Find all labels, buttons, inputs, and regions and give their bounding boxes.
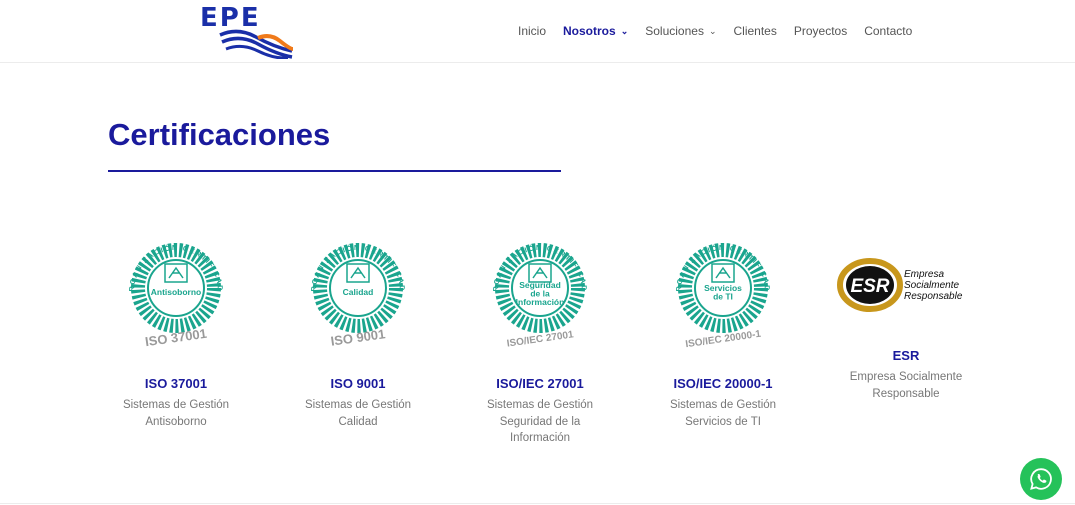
- site-header: EPE Inicio Nosotros ⌄ Soluciones ⌄ Clientes Pr…: [0, 0, 1075, 63]
- nav-label: Soluciones: [645, 24, 704, 38]
- cert-card-esr: ESR Empresa Socialmente Responsable ESR …: [831, 228, 981, 402]
- certification-badge-icon: ORGANIZACIÓN CERTIFICADAServiciosde TIIS…: [664, 228, 771, 350]
- cert-description-line: Información: [509, 432, 571, 444]
- cert-description-line: Calidad: [338, 415, 378, 428]
- nav-contacto[interactable]: Contacto: [864, 24, 912, 38]
- cert-description-line: Sistemas de Gestión: [304, 399, 412, 411]
- certification-badge-icon: ORGANIZACIÓN CERTIFICADASeguridadde laIn…: [481, 228, 588, 350]
- footer-divider: [0, 503, 1075, 504]
- cert-description: Sistemas de Gestión Antisoborno: [101, 397, 251, 430]
- esr-logo-line: Empresa: [904, 269, 944, 280]
- page-title: Certificaciones: [108, 117, 331, 152]
- nav-label: Proyectos: [793, 24, 848, 38]
- cert-description-line: Empresa Socialmente: [849, 371, 963, 383]
- badge-center-label: Antisoborno: [151, 287, 202, 297]
- cert-card: ORGANIZACIÓN CERTIFICADASeguridadde laIn…: [465, 228, 615, 447]
- badge-standard-code: ISO 37001: [144, 326, 208, 350]
- cert-description-line: Servicios de TI: [685, 415, 761, 428]
- chevron-down-icon: ⌄: [708, 25, 717, 36]
- cert-name: ISO/IEC 27001: [496, 376, 584, 391]
- certification-badge-icon: ORGANIZACIÓN CERTIFICADACalidadISO 9001: [299, 228, 406, 349]
- nav-proyectos[interactable]: Proyectos: [794, 24, 847, 38]
- cert-description-line: Sistemas de Gestión: [122, 399, 230, 411]
- nav-inicio[interactable]: Inicio: [518, 24, 546, 38]
- cert-card: ORGANIZACIÓN CERTIFICADAServiciosde TIIS…: [648, 228, 798, 430]
- cert-description-line: Seguridad de la: [499, 415, 581, 428]
- badge-standard-code: ISO 9001: [330, 326, 386, 348]
- nav-label: Nosotros: [563, 24, 616, 38]
- nav-label: Inicio: [518, 24, 547, 38]
- cert-description: Sistemas de Gestión Calidad: [283, 397, 433, 430]
- certification-badge-icon: ORGANIZACIÓN CERTIFICADAAntisobornoISO 3…: [117, 228, 224, 350]
- main-nav: Inicio Nosotros ⌄ Soluciones ⌄ Clientes Proyec…: [518, 24, 929, 38]
- whatsapp-button[interactable]: [1020, 458, 1062, 500]
- cert-description: Sistemas de Gestión Seguridad de la Inform…: [465, 397, 615, 447]
- logo-waves-icon: [219, 29, 294, 59]
- whatsapp-icon: [1030, 468, 1052, 490]
- chevron-down-icon: ⌄: [620, 25, 629, 36]
- badge-center-label: de TI: [713, 292, 733, 302]
- nav-label: Contacto: [864, 24, 913, 38]
- cert-description: Empresa Socialmente Responsable: [831, 369, 981, 402]
- cert-description-line: Sistemas de Gestión: [669, 399, 777, 411]
- esr-logo-line: Socialmente: [904, 280, 959, 291]
- nav-soluciones[interactable]: Soluciones ⌄: [645, 24, 716, 38]
- cert-description: Sistemas de Gestión Servicios de TI: [648, 397, 798, 430]
- cert-description-line: Responsable: [872, 387, 940, 400]
- esr-logo-line: Responsable: [904, 291, 963, 302]
- esr-logo-icon: ESR Empresa Socialmente Responsable: [837, 258, 963, 312]
- cert-description-line: Antisoborno: [145, 415, 207, 428]
- cert-description-line: Sistemas de Gestión: [486, 399, 594, 411]
- cert-name: ISO 9001: [330, 376, 386, 391]
- nav-nosotros[interactable]: Nosotros ⌄: [563, 24, 628, 38]
- nav-label: Clientes: [733, 24, 777, 38]
- nav-clientes[interactable]: Clientes: [734, 24, 777, 38]
- cert-name: ISO/IEC 20000-1: [673, 376, 773, 391]
- cert-name: ISO 37001: [144, 376, 208, 391]
- cert-card: ORGANIZACIÓN CERTIFICADACalidadISO 9001I…: [283, 228, 433, 430]
- cert-card: ORGANIZACIÓN CERTIFICADAAntisobornoISO 3…: [101, 228, 251, 430]
- epe-logo[interactable]: EPE: [198, 3, 294, 59]
- title-divider: [108, 170, 561, 172]
- cert-name: ESR: [892, 348, 920, 363]
- badge-center-label: Calidad: [343, 287, 374, 297]
- esr-mark-text: ESR: [850, 276, 889, 297]
- badge-center-label: Información: [516, 297, 565, 307]
